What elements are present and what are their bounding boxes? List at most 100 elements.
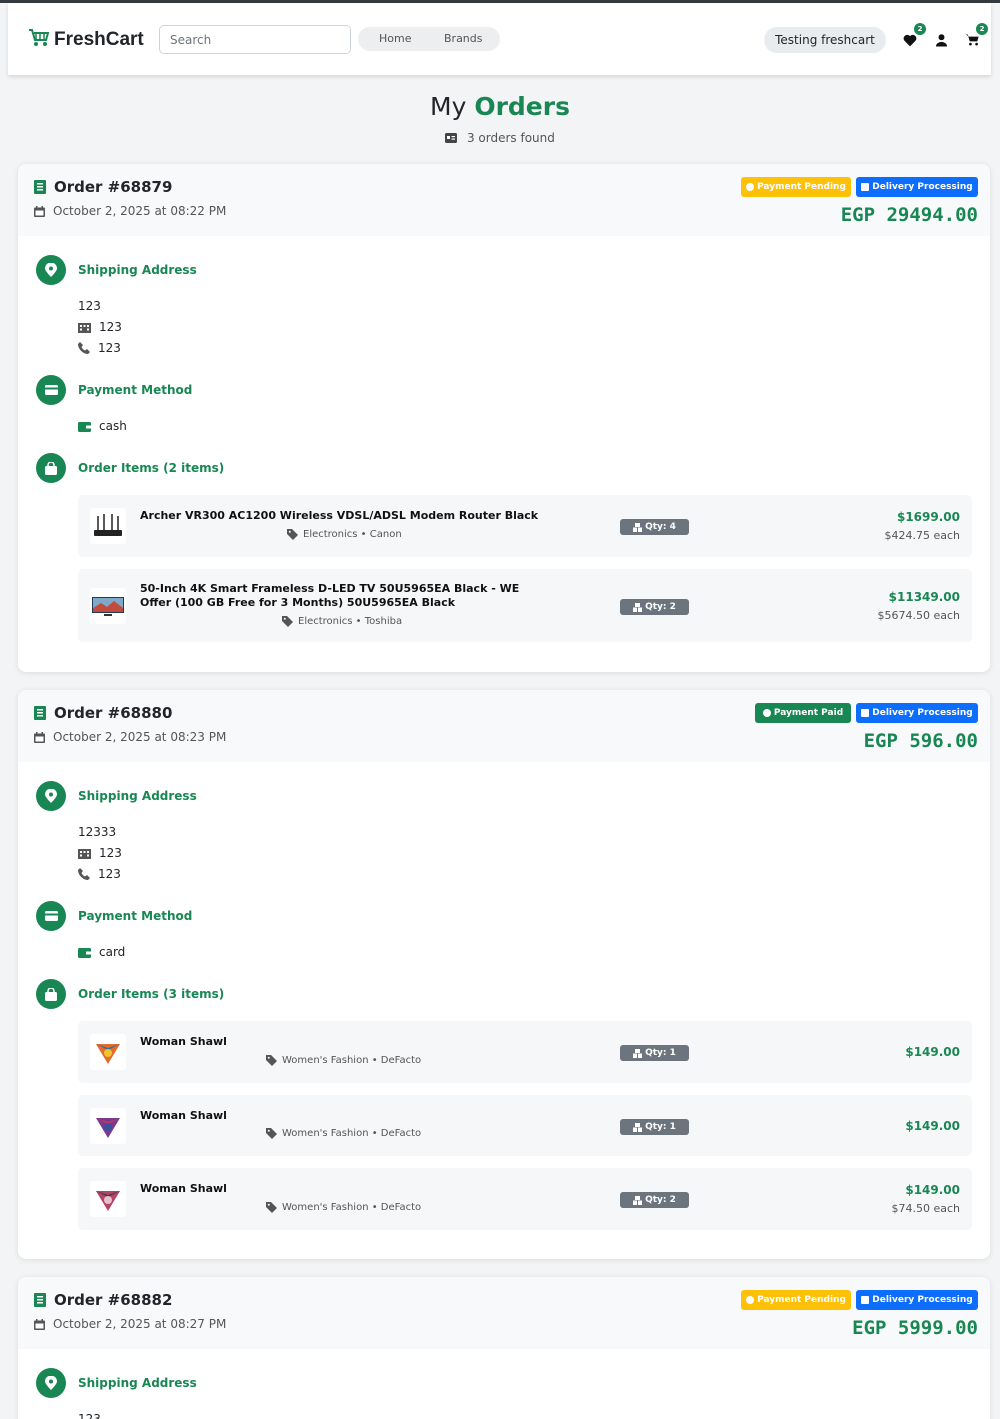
heart-icon — [903, 34, 917, 47]
orders-found-count: 3 orders found — [0, 131, 1000, 145]
location-icon — [36, 1368, 66, 1398]
card-icon — [36, 375, 66, 405]
order-header: Order #68879 October 2, 2025 at 08:22 PM… — [18, 164, 990, 236]
box-icon — [861, 709, 870, 717]
quantity-badge: Qty: 2 — [620, 599, 689, 615]
phone-icon — [78, 868, 90, 880]
building-icon — [78, 849, 91, 859]
address-line: 123 — [78, 1412, 101, 1419]
brand-logo[interactable]: FreshCart — [28, 28, 144, 52]
cart-icon — [28, 28, 50, 52]
address-text: 123 — [78, 1412, 101, 1419]
profile-button[interactable] — [935, 32, 951, 48]
item-total-price: $11349.00 — [888, 590, 960, 604]
box-icon — [633, 602, 643, 612]
location-icon — [36, 255, 66, 285]
quantity-badge: Qty: 1 — [620, 1045, 689, 1061]
delivery-status-text: Delivery Processing — [872, 708, 973, 718]
product-name: Woman Shawl — [140, 1182, 227, 1195]
receipt-icon — [34, 180, 46, 194]
cart-icon — [965, 34, 979, 46]
product-thumbnail — [90, 1108, 126, 1144]
shipping-label: Shipping Address — [78, 1376, 197, 1390]
wishlist-button[interactable]: 2 — [903, 23, 926, 48]
address-text: 12333 — [78, 825, 117, 839]
product-thumbnail — [90, 1034, 126, 1070]
product-category-text: Women's Fashion • DeFacto — [282, 1202, 422, 1213]
payment-label: Payment Method — [78, 383, 193, 397]
box-icon — [633, 1048, 643, 1058]
payment-method: card — [78, 945, 125, 959]
nav-link-home[interactable]: Home — [379, 32, 411, 45]
order-item[interactable]: 50-Inch 4K Smart Frameless D-LED TV 50U5… — [78, 569, 972, 642]
cart-button[interactable]: 2 — [965, 23, 988, 48]
product-category: Women's Fashion • DeFacto — [266, 1202, 421, 1213]
user-icon — [935, 34, 948, 47]
search-input[interactable] — [159, 25, 351, 54]
order-item[interactable]: Woman Shawl Women's Fashion • DeFacto Qt… — [78, 1168, 972, 1230]
payment-status-badge: Payment Pending — [741, 177, 851, 197]
address-line: 12333 — [78, 825, 116, 839]
receipt-icon — [34, 706, 46, 720]
quantity-text: Qty: 1 — [645, 1048, 676, 1058]
shipping-section-heading: Shipping Address — [36, 781, 197, 811]
order-item[interactable]: Woman Shawl Women's Fashion • DeFacto Qt… — [78, 1021, 972, 1083]
wishlist-count-badge: 2 — [914, 23, 926, 35]
city-text: 123 — [99, 846, 122, 860]
item-unit-price: $424.75 each — [884, 529, 960, 542]
payment-method-text: cash — [99, 419, 127, 433]
delivery-status-text: Delivery Processing — [872, 1295, 973, 1305]
location-icon — [36, 781, 66, 811]
order-card: Order #68880 October 2, 2025 at 08:23 PM… — [18, 690, 990, 1259]
address-phone: 123 — [78, 867, 121, 881]
item-total-price: $149.00 — [905, 1119, 960, 1133]
phone-text: 123 — [98, 867, 121, 881]
order-item[interactable]: Woman Shawl Women's Fashion • DeFacto Qt… — [78, 1095, 972, 1156]
order-number: Order #68882 — [54, 1291, 173, 1309]
delivery-status-badge: Delivery Processing — [856, 703, 978, 723]
tag-icon — [266, 1055, 277, 1066]
product-name: Archer VR300 AC1200 Wireless VDSL/ADSL M… — [140, 509, 539, 522]
tag-icon — [266, 1202, 277, 1213]
tag-icon — [266, 1128, 277, 1139]
order-date: October 2, 2025 at 08:22 PM — [34, 204, 226, 218]
product-category: Electronics • Toshiba — [282, 616, 402, 627]
payment-status-text: Payment Paid — [773, 708, 844, 718]
nav-link-brands[interactable]: Brands — [444, 32, 483, 45]
phone-text: 123 — [98, 341, 121, 355]
items-label: Order Items (2 items) — [78, 461, 225, 475]
payment-status-badge: Payment Paid — [755, 703, 851, 723]
quantity-text: Qty: 1 — [645, 1122, 676, 1132]
item-unit-price: $74.50 each — [891, 1202, 960, 1215]
payment-method-text: card — [99, 945, 126, 959]
quantity-text: Qty: 2 — [645, 602, 676, 612]
order-title: Order #68880 — [34, 704, 172, 722]
order-item[interactable]: Archer VR300 AC1200 Wireless VDSL/ADSL M… — [78, 495, 972, 557]
order-title: Order #68882 — [34, 1291, 172, 1309]
product-name: Woman Shawl — [140, 1035, 227, 1048]
product-name: Woman Shawl — [140, 1109, 227, 1122]
product-category: Electronics • Canon — [287, 529, 402, 540]
payment-section-heading: Payment Method — [36, 375, 192, 405]
wallet-icon — [78, 947, 91, 958]
card-icon — [36, 901, 66, 931]
shipping-section-heading: Shipping Address — [36, 1368, 197, 1398]
product-category-text: Women's Fashion • DeFacto — [282, 1128, 422, 1139]
quantity-badge: Qty: 4 — [620, 519, 689, 535]
order-total: EGP 596.00 — [863, 730, 978, 752]
order-total: EGP 5999.00 — [852, 1317, 978, 1339]
item-total-price: $149.00 — [905, 1183, 960, 1197]
user-name-button[interactable]: Testing freshcart — [764, 27, 886, 53]
quantity-text: Qty: 4 — [645, 522, 676, 532]
receipt-icon — [445, 133, 458, 143]
product-name: 50-Inch 4K Smart Frameless D-LED TV 50U5… — [140, 582, 520, 609]
payment-section-heading: Payment Method — [36, 901, 192, 931]
order-date-text: October 2, 2025 at 08:23 PM — [53, 730, 227, 744]
order-date-text: October 2, 2025 at 08:27 PM — [53, 1317, 227, 1331]
address-line: 123 — [78, 299, 101, 313]
payment-method: cash — [78, 419, 127, 433]
address-text: 123 — [78, 299, 101, 313]
item-unit-price: $5674.50 each — [877, 609, 960, 622]
payment-label: Payment Method — [78, 909, 193, 923]
product-thumbnail — [90, 1181, 126, 1217]
